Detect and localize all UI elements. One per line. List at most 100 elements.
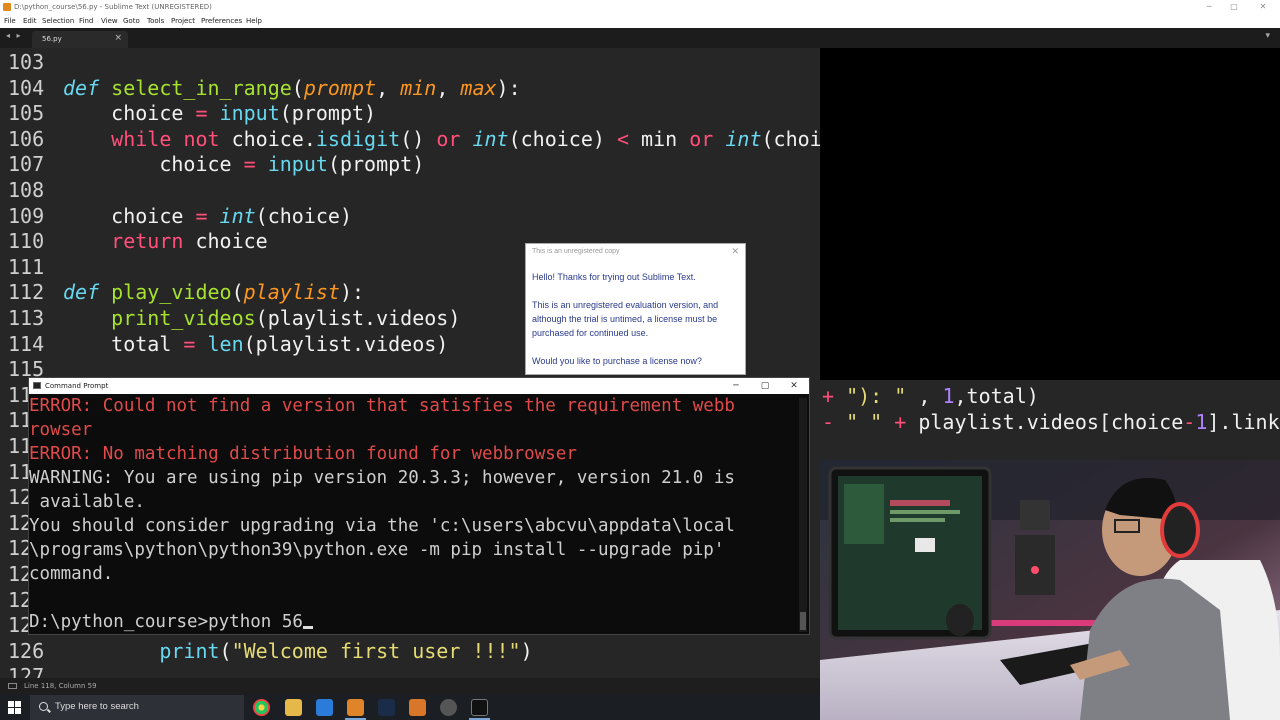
code-editor-right-fragment: + "): " , 1,total) - " " + playlist.video…: [820, 380, 1280, 460]
code-token: ):: [339, 280, 365, 305]
minimize-button[interactable]: ─: [1202, 0, 1216, 14]
cmd-maximize-button[interactable]: ▢: [758, 378, 772, 394]
code-token: input: [219, 101, 280, 126]
menu-file[interactable]: File: [4, 14, 16, 28]
menu-bar: File Edit Selection Find View Goto Tools…: [0, 14, 1280, 28]
menu-preferences[interactable]: Preferences: [201, 14, 242, 28]
code-token: " ": [846, 409, 883, 434]
code-token: play_video: [111, 280, 232, 305]
line-number: 106: [8, 126, 45, 151]
chrome-icon[interactable]: [253, 699, 270, 716]
code-token: return: [111, 229, 184, 254]
code-line[interactable]: print_videos(playlist.videos): [63, 306, 460, 330]
cmd-line-text: command.: [29, 564, 114, 584]
maximize-button[interactable]: ▢: [1227, 0, 1241, 14]
code-token: select_in_range: [111, 75, 292, 100]
code-token: prompt: [303, 75, 377, 100]
line-number: 111: [8, 254, 45, 279]
line-number: 114: [8, 331, 45, 356]
cmd-line-text: D:\python_course>python 56: [29, 612, 303, 632]
code-token: playlist: [243, 280, 340, 305]
line-number: 104: [8, 75, 45, 100]
menu-view[interactable]: View: [101, 14, 118, 28]
code-token: while: [111, 126, 172, 151]
code-token: min: [629, 126, 690, 151]
code-token: choice: [63, 152, 244, 177]
code-token: <: [616, 126, 629, 151]
code-line[interactable]: def play_video(playlist):: [63, 280, 364, 304]
menu-edit[interactable]: Edit: [23, 14, 37, 28]
code-token: +: [894, 409, 907, 434]
command-prompt-window[interactable]: Command Prompt ─ ▢ ✕ ERROR: Could not fi…: [28, 377, 810, 635]
cmd-scrollbar[interactable]: [799, 398, 807, 632]
code-token: not: [183, 126, 220, 151]
menu-tools[interactable]: Tools: [147, 14, 164, 28]
menu-goto[interactable]: Goto: [123, 14, 140, 28]
obs-icon[interactable]: [440, 699, 457, 716]
cmd-minimize-button[interactable]: ─: [729, 378, 743, 394]
webcam-image: [820, 460, 1280, 720]
dialog-question: Would you like to purchase a license now…: [532, 356, 702, 366]
sublime-text-icon[interactable]: [347, 699, 364, 716]
windows-start-icon[interactable]: [8, 701, 21, 714]
cmd-line-text: available.: [29, 492, 145, 512]
unregistered-dialog[interactable]: This is an unregistered copy ✕ Hello! Th…: [525, 243, 746, 375]
tab-56-py[interactable]: 56.py ×: [32, 31, 128, 48]
code-line[interactable]: while not choice.isdigit() or int(choice…: [63, 127, 820, 151]
code-token: "Welcome first user !!!": [231, 638, 521, 663]
menu-find[interactable]: Find: [79, 14, 93, 28]
line-number: 107: [8, 152, 45, 177]
code-line[interactable]: print("Welcome first user !!!"): [63, 638, 532, 663]
dialog-close-icon[interactable]: ✕: [731, 246, 739, 257]
code-line[interactable]: def select_in_range(prompt, min, max):: [63, 76, 521, 100]
code-line[interactable]: choice = input(prompt): [63, 101, 376, 125]
panel-toggle-icon[interactable]: [8, 683, 17, 689]
status-bar: Line 118, Column 59: [0, 678, 820, 695]
tab-overflow-icon[interactable]: ▾: [1265, 31, 1270, 41]
code-token: (choice): [761, 126, 820, 151]
code-token: ].link,: [1207, 409, 1280, 434]
code-token: =: [243, 152, 256, 177]
code-token: -: [1183, 409, 1196, 434]
code-line[interactable]: total = len(playlist.videos): [63, 332, 448, 356]
command-prompt-taskbar-icon[interactable]: [471, 699, 488, 716]
text-cursor: [302, 626, 313, 629]
code-token: input: [267, 152, 328, 177]
cmd-output-line: D:\python_course>python 56: [29, 612, 313, 632]
menu-selection[interactable]: Selection: [42, 14, 74, 28]
steam-icon[interactable]: [378, 699, 395, 716]
tab-close-icon[interactable]: ×: [114, 33, 122, 43]
title-bar: D:\python_course\56.py - Sublime Text (U…: [0, 0, 1280, 14]
code-token: (: [219, 638, 232, 663]
file-explorer-icon[interactable]: [285, 699, 302, 716]
cmd-output-line: WARNING: You are using pip version 20.3.…: [29, 468, 735, 488]
cmd-scroll-thumb[interactable]: [800, 612, 806, 630]
code-token: total: [63, 331, 184, 356]
cmd-close-button[interactable]: ✕: [787, 378, 801, 394]
mail-icon[interactable]: [316, 699, 333, 716]
cmd-line-text: You should consider upgrading via the 'c…: [29, 516, 735, 536]
close-button[interactable]: ✕: [1256, 0, 1270, 14]
cmd-line-text: ERROR: No matching distribution found fo…: [29, 444, 577, 464]
cmd-output[interactable]: ERROR: Could not find a version that sat…: [29, 396, 799, 634]
line-number: 113: [8, 306, 45, 330]
menu-project[interactable]: Project: [171, 14, 195, 28]
code-token: len: [207, 331, 244, 356]
code-token: int: [725, 126, 762, 151]
code-line[interactable]: return choice: [63, 229, 268, 253]
taskbar-search-box[interactable]: Type here to search: [30, 695, 244, 720]
code-line[interactable]: choice = input(prompt): [63, 152, 424, 176]
cmd-line-text: \programs\python\python39\python.exe -m …: [29, 540, 725, 560]
sublime-merge-icon[interactable]: [409, 699, 426, 716]
code-token: "): ": [846, 384, 907, 408]
code-line[interactable]: choice = int(choice): [63, 204, 352, 228]
code-token: (choice): [508, 126, 617, 151]
menu-help[interactable]: Help: [246, 14, 262, 28]
tab-nav-arrows[interactable]: ◂ ▸: [6, 31, 23, 40]
code-token: def: [63, 75, 100, 100]
dialog-body: This is an unregistered evaluation versi…: [532, 300, 719, 338]
